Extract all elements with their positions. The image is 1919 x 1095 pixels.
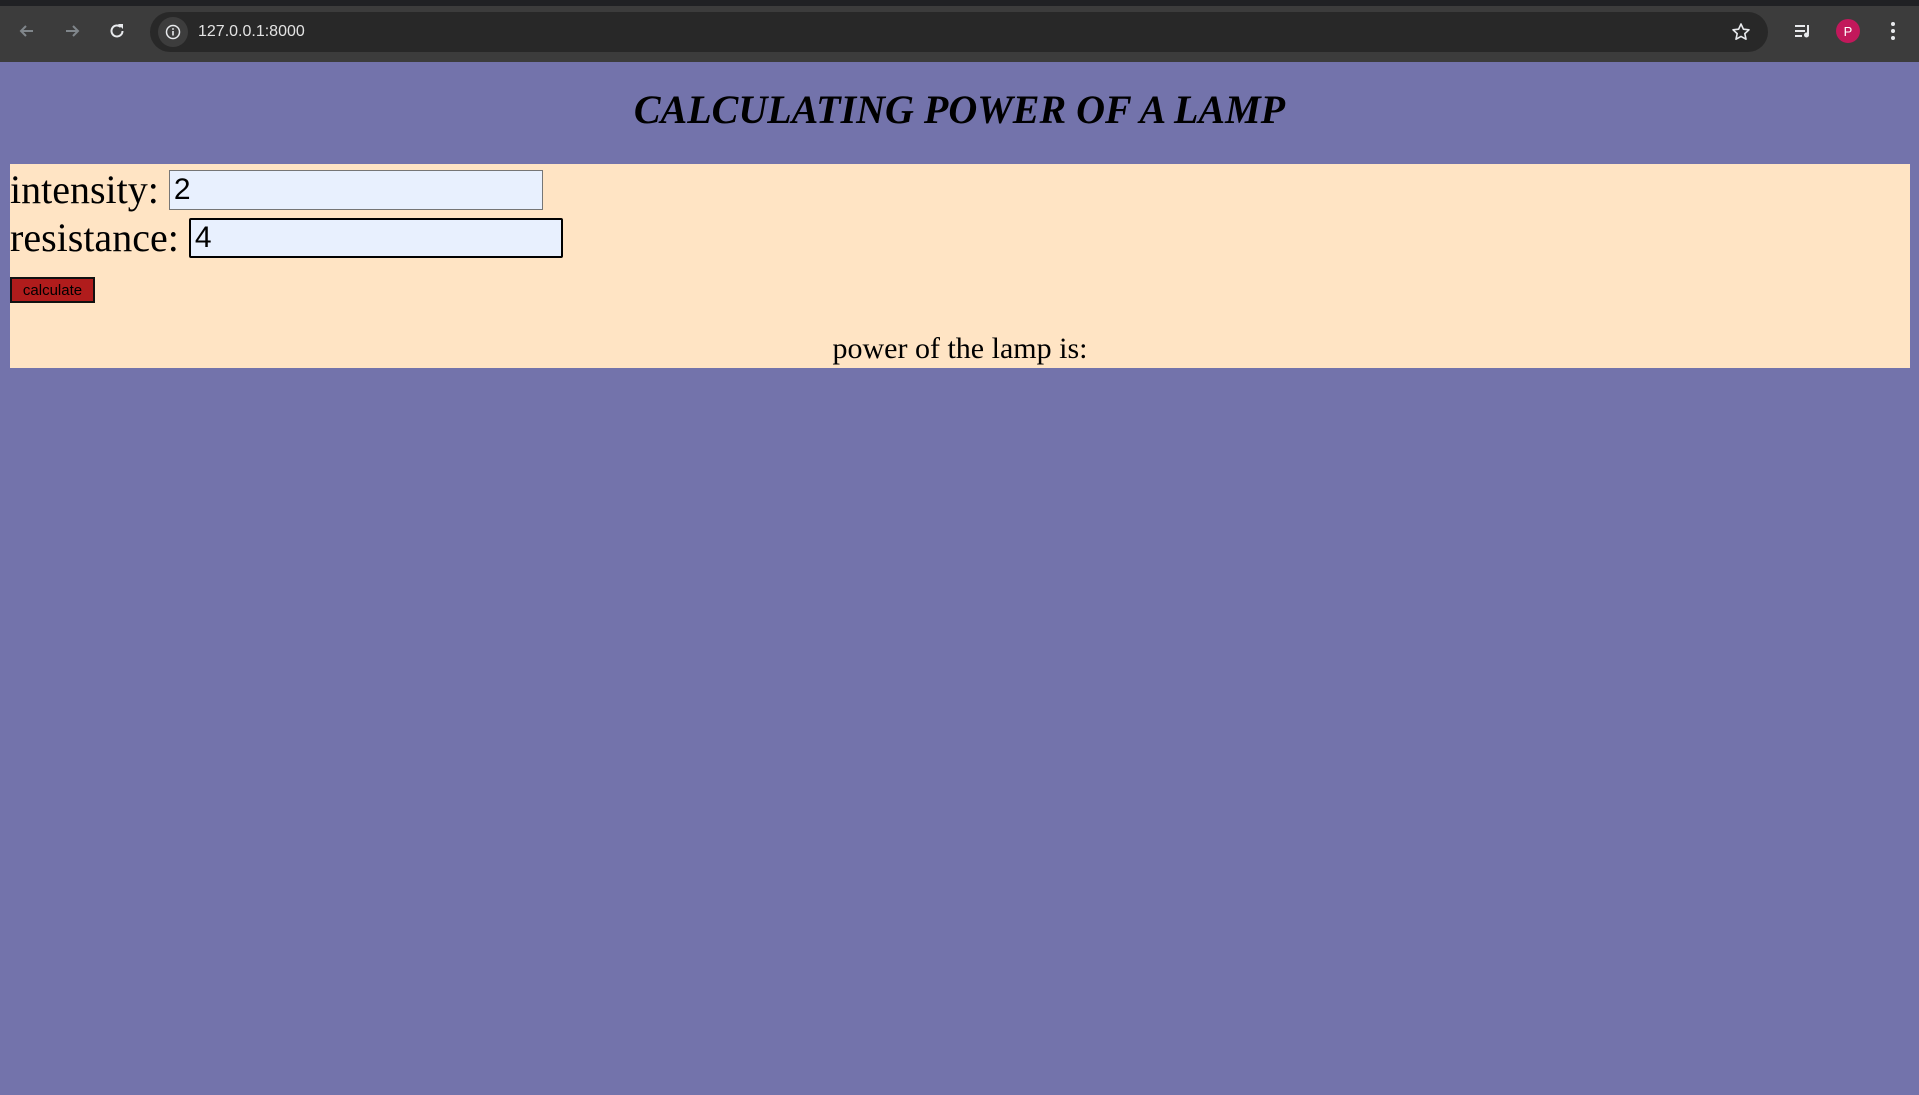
info-icon (165, 24, 181, 40)
avatar: P (1836, 19, 1860, 43)
kebab-menu-icon (1891, 22, 1895, 40)
resistance-row: resistance: (10, 214, 563, 261)
tab-strip (0, 0, 1919, 6)
calculator-form: intensity: resistance: calculate power o… (10, 164, 1910, 368)
star-icon (1732, 23, 1750, 40)
calculate-button[interactable]: calculate (10, 277, 95, 303)
site-info-button[interactable] (158, 17, 188, 47)
media-control-icon (1795, 25, 1809, 38)
bookmark-button[interactable] (1726, 17, 1756, 47)
reload-icon (110, 24, 124, 38)
intensity-row: intensity: (10, 166, 543, 213)
url-text[interactable]: 127.0.0.1:8000 (198, 23, 1726, 41)
arrow-right-icon (66, 25, 80, 37)
page-title: CALCULATING POWER OF A LAMP (633, 87, 1286, 132)
address-bar[interactable]: 127.0.0.1:8000 (150, 12, 1768, 52)
profile-button[interactable]: P (1833, 16, 1863, 46)
reload-button[interactable] (102, 16, 132, 46)
resistance-label: resistance: (10, 215, 179, 260)
intensity-label: intensity: (10, 167, 159, 212)
result-text: power of the lamp is: (832, 332, 1088, 365)
media-control-button[interactable] (1788, 16, 1818, 46)
browser-toolbar: 127.0.0.1:8000 P (0, 0, 1919, 62)
menu-button[interactable] (1878, 16, 1908, 46)
intensity-input[interactable] (168, 169, 543, 210)
resistance-input[interactable] (188, 217, 563, 258)
back-button[interactable] (12, 16, 42, 46)
forward-button[interactable] (57, 16, 87, 46)
arrow-left-icon (19, 25, 33, 37)
page-body: CALCULATING POWER OF A LAMP intensity: r… (0, 62, 1919, 1095)
